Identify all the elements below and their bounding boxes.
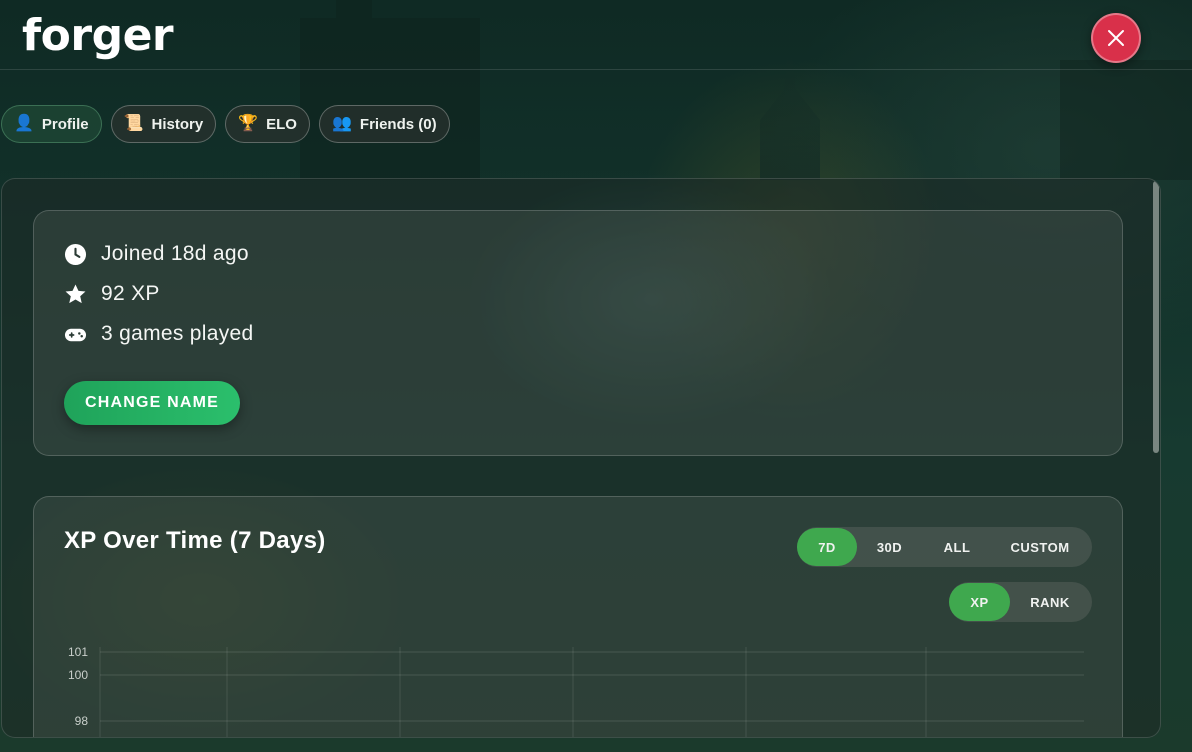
tab-history[interactable]: 📜 History xyxy=(110,105,217,143)
xp-chart: 101 100 98 xyxy=(68,645,1084,737)
metric-xp-button[interactable]: XP xyxy=(949,583,1010,621)
profile-info-card: Joined 18d ago 92 XP 3 games played CHAN… xyxy=(33,210,1123,456)
scrollbar[interactable] xyxy=(1152,179,1160,737)
range-all-button[interactable]: ALL xyxy=(922,528,992,566)
tab-label: History xyxy=(151,115,204,133)
y-tick-label: 101 xyxy=(68,645,88,659)
y-tick-label: 98 xyxy=(75,714,89,728)
profile-panel: Joined 18d ago 92 XP 3 games played CHAN… xyxy=(1,178,1161,738)
clock-icon xyxy=(64,243,87,265)
tab-friends[interactable]: 👥 Friends (0) xyxy=(318,105,450,143)
range-30d-button[interactable]: 30D xyxy=(857,528,922,566)
scroll-icon: 📜 xyxy=(123,115,144,132)
tab-label: Profile xyxy=(41,115,89,133)
y-tick-label: 100 xyxy=(68,668,88,682)
close-icon xyxy=(1108,30,1124,46)
tab-profile[interactable]: 👤 Profile xyxy=(1,105,102,143)
chart-title: XP Over Time (7 Days) xyxy=(64,527,326,554)
tab-label: Friends (0) xyxy=(359,115,437,133)
modal-header: forger xyxy=(0,0,1192,70)
games-text: 3 games played xyxy=(101,322,254,345)
tab-label: ELO xyxy=(266,115,297,133)
person-icon: 👤 xyxy=(14,115,34,132)
range-selector: 7D 30D ALL CUSTOM xyxy=(797,527,1092,567)
metric-rank-button[interactable]: RANK xyxy=(1010,583,1090,621)
games-stat: 3 games played xyxy=(64,322,253,346)
joined-stat: Joined 18d ago xyxy=(64,242,249,266)
people-icon: 👥 xyxy=(331,115,352,132)
joined-text: Joined 18d ago xyxy=(101,242,249,265)
background-building-right xyxy=(1060,60,1192,180)
metric-selector: XP RANK xyxy=(949,582,1092,622)
tab-elo[interactable]: 🏆 ELO xyxy=(225,105,310,143)
scrollbar-thumb[interactable] xyxy=(1153,181,1159,453)
tab-bar: 👤 Profile 📜 History 🏆 ELO 👥 Friends (0) xyxy=(1,105,450,143)
trophy-icon: 🏆 xyxy=(238,115,259,132)
star-icon xyxy=(65,283,86,303)
xp-stat: 92 XP xyxy=(64,282,160,306)
page-title: forger xyxy=(22,10,174,61)
close-button[interactable] xyxy=(1091,13,1141,63)
xp-chart-card: XP Over Time (7 Days) 7D 30D ALL CUSTOM … xyxy=(33,496,1123,737)
range-7d-button[interactable]: 7D xyxy=(797,528,857,566)
range-custom-button[interactable]: CUSTOM xyxy=(992,528,1088,566)
xp-text: 92 XP xyxy=(101,282,160,305)
change-name-button[interactable]: CHANGE NAME xyxy=(64,381,240,425)
gamepad-icon xyxy=(64,328,87,341)
